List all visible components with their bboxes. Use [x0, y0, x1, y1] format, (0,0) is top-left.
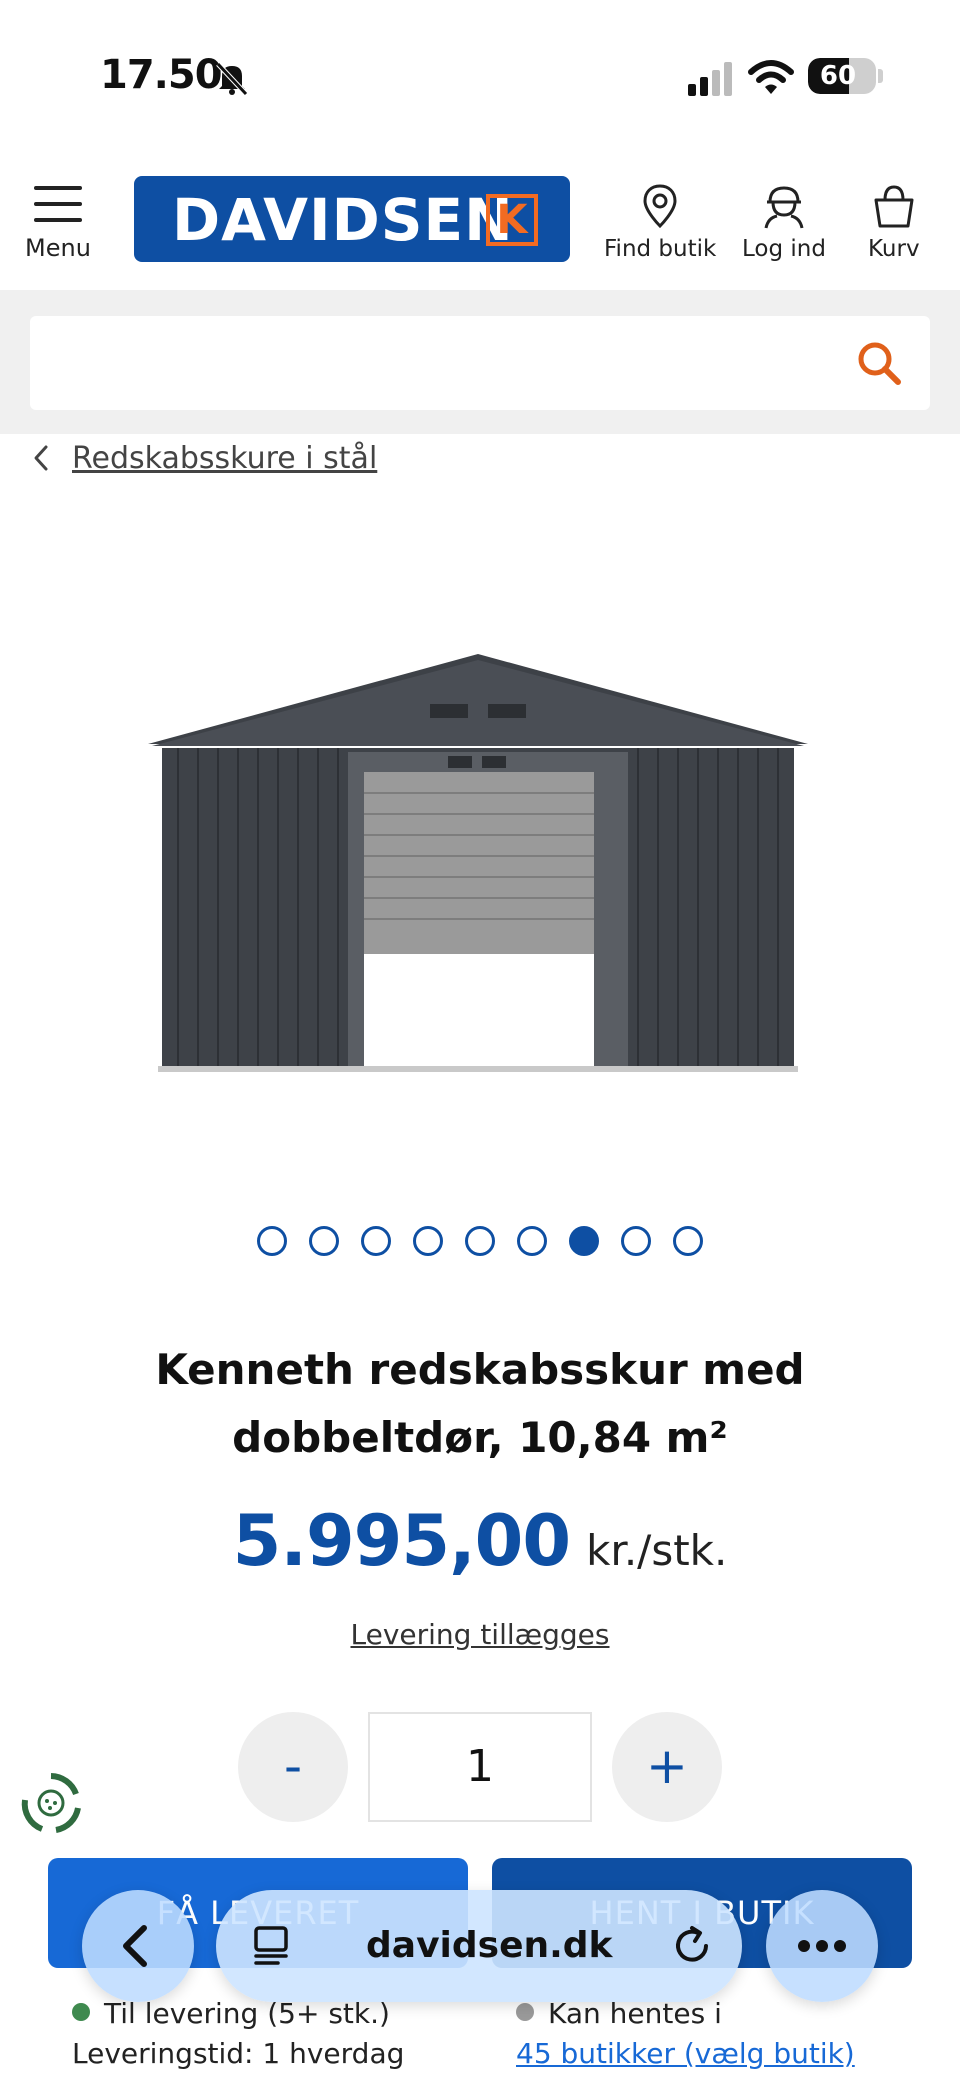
carousel-dot[interactable]: [361, 1226, 391, 1256]
reader-tabs-icon[interactable]: [252, 1926, 292, 1966]
browser-back-button[interactable]: [82, 1890, 194, 2002]
browser-toolbar: davidsen.dk: [0, 1890, 960, 2010]
login-button[interactable]: Log ind: [742, 182, 826, 262]
find-store-button[interactable]: Find butik: [604, 182, 716, 262]
hamburger-icon: [34, 186, 82, 222]
carousel-dot[interactable]: [621, 1226, 651, 1256]
chevron-left-icon: [123, 1925, 147, 1967]
chevron-left-icon[interactable]: [30, 443, 52, 473]
bell-muted-icon: [216, 62, 248, 96]
menu-label: Menu: [25, 234, 91, 262]
carousel-dot[interactable]: [673, 1226, 703, 1256]
cart-button[interactable]: Kurv: [868, 182, 920, 262]
breadcrumb: Redskabsskure i stål: [30, 436, 377, 480]
quantity-input[interactable]: 1: [368, 1712, 592, 1822]
quantity-increase-button[interactable]: +: [612, 1712, 722, 1822]
carousel-dot[interactable]: [517, 1226, 547, 1256]
carousel-dot[interactable]: [257, 1226, 287, 1256]
browser-more-button[interactable]: [766, 1890, 878, 2002]
delivery-fee-link[interactable]: Levering tillægges: [350, 1618, 609, 1651]
search-icon[interactable]: [856, 340, 902, 386]
status-bar: 17.50 60: [0, 0, 960, 150]
carousel-dot[interactable]: [309, 1226, 339, 1256]
product-price: 5.995,00: [232, 1500, 571, 1582]
carousel-dot[interactable]: [465, 1226, 495, 1256]
image-carousel-dots: [0, 1226, 960, 1256]
carousel-dot[interactable]: [569, 1226, 599, 1256]
site-header: Menu DAVIDSEN K Find butik Log ind Kurv: [0, 160, 960, 290]
battery-indicator: 60: [808, 58, 876, 94]
wifi-icon: [748, 60, 794, 94]
user-helmet-icon: [764, 186, 804, 229]
recycle-icon[interactable]: [18, 1770, 84, 1836]
location-pin-icon: [643, 184, 677, 229]
choose-store-link[interactable]: 45 butikker (vælg butik): [516, 2037, 855, 2070]
price-unit: kr./stk.: [586, 1526, 728, 1575]
logo-k-mark: K: [486, 194, 538, 246]
cart-label: Kurv: [868, 236, 920, 262]
delivery-info: Levering tillægges: [0, 1618, 960, 1651]
login-label: Log ind: [742, 236, 826, 262]
search-bar: [0, 290, 960, 434]
davidsen-logo[interactable]: DAVIDSEN K: [134, 176, 570, 262]
shopping-bag-icon: [874, 185, 914, 228]
battery-percent: 60: [819, 61, 857, 91]
product-title: Kenneth redskabsskur med dobbeltdør, 10,…: [155, 1345, 805, 1462]
search-input[interactable]: [50, 334, 850, 392]
more-dots-icon: [798, 1940, 846, 1952]
quantity-decrease-button[interactable]: -: [238, 1712, 348, 1822]
find-store-label: Find butik: [604, 236, 717, 262]
logo-wordmark: DAVIDSEN: [172, 186, 514, 254]
cellular-signal-icon: [688, 62, 732, 96]
product-image[interactable]: [148, 648, 808, 1078]
breadcrumb-link[interactable]: Redskabsskure i stål: [72, 441, 377, 476]
price-row: 5.995,00 kr./stk.: [0, 1500, 960, 1582]
browser-url: davidsen.dk: [366, 1925, 613, 1966]
reload-icon[interactable]: [670, 1924, 714, 1968]
carousel-dot[interactable]: [413, 1226, 443, 1256]
browser-address-bar[interactable]: davidsen.dk: [216, 1890, 742, 2002]
menu-button[interactable]: Menu: [22, 186, 94, 276]
delivery-time-text: Leveringstid: 1 hverdag: [72, 2037, 405, 2070]
search-box: [30, 316, 930, 410]
status-time: 17.50: [100, 52, 223, 98]
